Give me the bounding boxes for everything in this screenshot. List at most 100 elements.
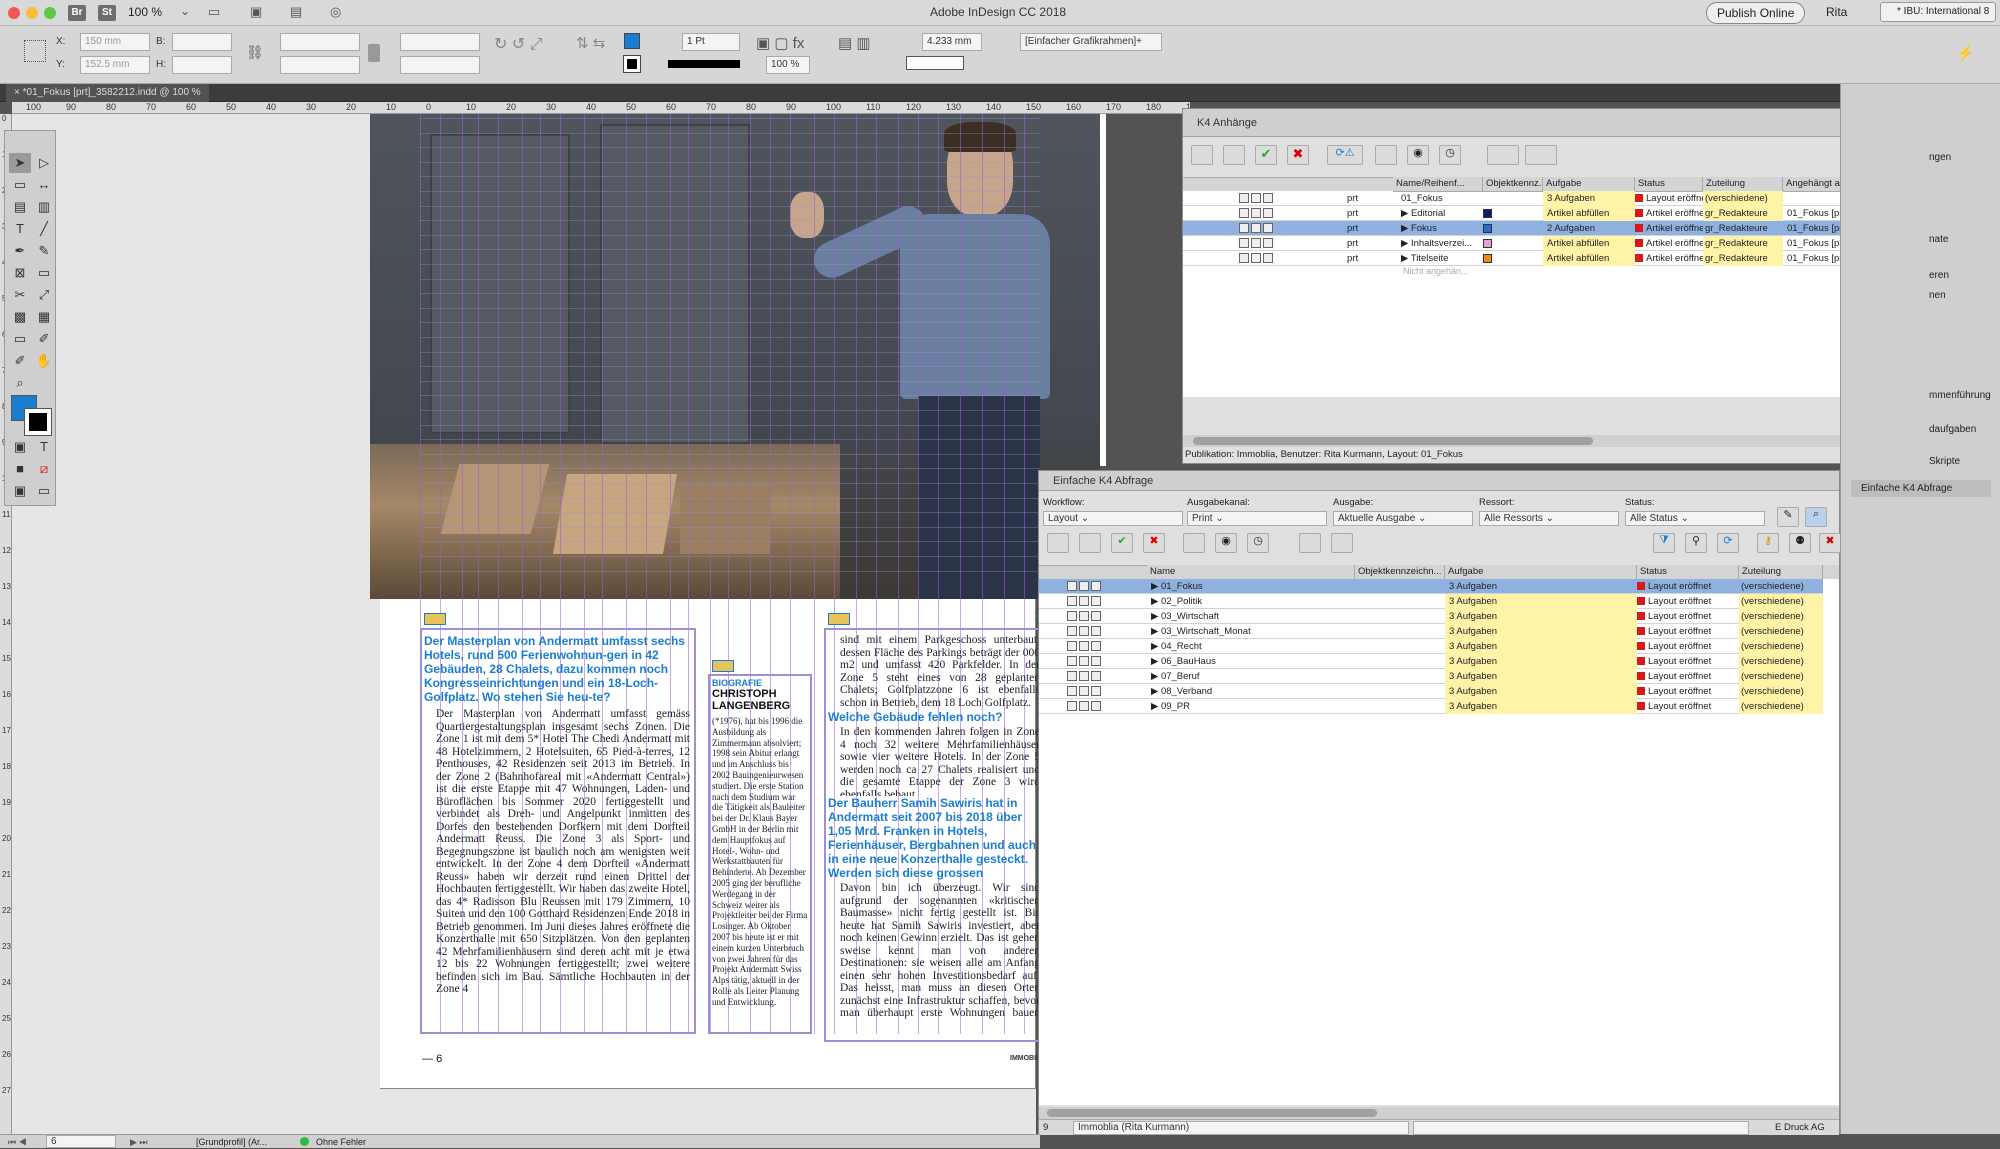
table-row[interactable]: ▶ 08_Verband 3 Aufgaben Layout eröffnet (ve… <box>1039 684 1823 699</box>
apply-color-icon[interactable]: ■ <box>9 459 31 479</box>
gradient-tool-icon[interactable]: ▩ <box>9 307 31 327</box>
next-page-icon[interactable]: ▶ ⏭ <box>130 1135 148 1149</box>
table-row[interactable]: ▶ 01_Fokus 3 Aufgaben Layout eröffnet (vers… <box>1039 579 1823 594</box>
sync-warning-icon[interactable]: ⟳⚠ <box>1327 145 1363 165</box>
selection-tool-icon[interactable]: ➤ <box>9 153 31 173</box>
corner-field[interactable]: 4.233 mm <box>922 33 982 51</box>
layout-icon[interactable] <box>1191 145 1213 165</box>
master-page-label[interactable]: [Grundprofil] (Ar... <box>196 1135 267 1149</box>
publish-online-button[interactable]: Publish Online <box>1706 2 1806 24</box>
table-row[interactable]: ▶ 07_Beruf 3 Aufgaben Layout eröffnet (vers… <box>1039 669 1823 684</box>
k4-article-icon[interactable] <box>712 660 734 672</box>
filter-select[interactable]: Alle Ressorts ⌄ <box>1479 511 1619 526</box>
dock-item[interactable]: nen <box>1929 290 1946 301</box>
column-header[interactable]: Zuteilung <box>1703 177 1783 192</box>
fit-icons[interactable]: ▣ ▢ fx <box>756 34 804 52</box>
filter-select[interactable]: Layout ⌄ <box>1043 511 1183 526</box>
column-header[interactable]: Status <box>1637 565 1739 580</box>
column-header[interactable]: Objektkennzeichn... <box>1355 565 1445 580</box>
constrain-proportions-icon[interactable]: ⛓ <box>246 44 264 61</box>
column-header[interactable]: Zuteilung <box>1739 565 1823 580</box>
filter-select[interactable]: Aktuelle Ausgabe ⌄ <box>1333 511 1473 526</box>
fill-swatch[interactable] <box>624 33 640 49</box>
minimize-window-button[interactable] <box>26 7 38 19</box>
table-row[interactable]: ▶ 03_Wirtschaft 3 Aufgaben Layout eröffnet… <box>1039 609 1823 624</box>
arrange-documents-icon[interactable]: ▤ <box>290 4 302 20</box>
document-tab[interactable]: × *01_Fokus [prt]_3582212.indd @ 100 % <box>6 84 209 102</box>
k4-article-icon[interactable] <box>424 613 446 625</box>
stroke-color-icon[interactable] <box>24 408 52 436</box>
quick-apply-icon[interactable]: ⚡ <box>1956 44 1975 62</box>
checkin-icon[interactable]: ✔ <box>1111 533 1133 553</box>
rectangle-frame-tool-icon[interactable]: ⊠ <box>9 263 31 283</box>
shear-field[interactable] <box>400 56 480 74</box>
width-field[interactable] <box>172 33 232 51</box>
delete-icon[interactable]: ✖ <box>1143 533 1165 553</box>
close-window-button[interactable] <box>8 7 20 19</box>
text-frame-2[interactable]: sind mit einem Parkgeschoss unterbaut, d… <box>824 628 1040 1042</box>
bridge-button[interactable]: Br <box>68 5 86 21</box>
table-row[interactable]: ▶ 09_PR 3 Aufgaben Layout eröffnet (verschi… <box>1039 699 1823 714</box>
formatting-text-icon[interactable]: T <box>33 437 55 457</box>
rectangle-tool-icon[interactable]: ▭ <box>33 263 55 283</box>
photo-frame[interactable] <box>370 114 1100 599</box>
view-options-icon[interactable]: ▭ <box>208 4 220 20</box>
scissors-tool-icon[interactable]: ✂ <box>9 285 31 305</box>
column-header[interactable]: Name <box>1147 565 1355 580</box>
clock-icon[interactable]: ◷ <box>1247 533 1269 553</box>
lock-scale-icon[interactable] <box>368 44 380 62</box>
note-tool-icon[interactable]: ▭ <box>9 329 31 349</box>
edit-icon[interactable] <box>1525 145 1557 165</box>
first-page-icon[interactable]: ⏮ ◀ <box>8 1135 27 1149</box>
gradient-feather-icon[interactable]: ▦ <box>33 307 55 327</box>
new-doc-icon[interactable] <box>1299 533 1321 553</box>
gpu-icon[interactable]: ◎ <box>330 4 341 20</box>
table-row[interactable]: prt ▶ Inhaltsverzei... Artikel abfüllen Art… <box>1183 236 1921 251</box>
stack-icon[interactable] <box>1223 145 1245 165</box>
stroke-type-select[interactable] <box>668 60 740 68</box>
column-header[interactable]: Objektkennz... <box>1483 177 1543 192</box>
stroke-swatch[interactable] <box>623 55 641 73</box>
checkin-icon[interactable]: ✔ <box>1255 145 1277 165</box>
chevron-down-icon[interactable]: ⌄ <box>180 4 190 18</box>
table-row[interactable]: prt ▶ Editorial Artikel abfüllen Artikel er… <box>1183 206 1921 221</box>
filter-icon[interactable]: ⧩ <box>1653 533 1675 553</box>
line-tool-icon[interactable]: ╱ <box>33 219 55 239</box>
person-icon[interactable]: ⚉ <box>1789 533 1811 553</box>
frame-preview[interactable] <box>906 56 964 70</box>
assign-icon[interactable] <box>1487 145 1519 165</box>
hand-tool-icon[interactable]: ✋ <box>33 351 55 371</box>
dock-item[interactable]: Skripte <box>1929 456 1960 467</box>
horizontal-scrollbar[interactable] <box>1039 1107 1839 1119</box>
stroke-weight-field[interactable]: 1 Pt <box>682 33 740 51</box>
filter-select[interactable]: Alle Status ⌄ <box>1625 511 1765 526</box>
x-field[interactable]: 150 mm <box>80 33 150 51</box>
dock-item[interactable]: nate <box>1929 234 1948 245</box>
free-transform-tool-icon[interactable]: ⤢ <box>33 285 55 305</box>
eyedropper-icon[interactable]: ✐ <box>9 351 31 371</box>
k4-article-icon[interactable] <box>828 613 850 625</box>
dock-item[interactable]: eren <box>1929 270 1949 281</box>
column-header[interactable]: Aufgabe <box>1543 177 1635 192</box>
flip-icon[interactable]: ⇅ ⇆ <box>576 34 605 52</box>
text-frame-1[interactable]: Der Masterplan von Andermatt umfasst sec… <box>420 628 696 1034</box>
preview-mode-icon[interactable]: ▭ <box>33 481 55 501</box>
pencil-tool-icon[interactable]: ✎ <box>33 241 55 261</box>
binoculars-icon[interactable]: ⚲ <box>1685 533 1707 553</box>
horizontal-ruler[interactable]: 100 90 80 70 60 50 40 30 20 10 0 10 20 30 40 50 60 70 80 90… <box>12 102 1190 114</box>
page-preview-icon[interactable] <box>1183 533 1205 553</box>
delete-icon[interactable]: ✖ <box>1287 145 1309 165</box>
bio-frame[interactable]: BIOGRAFIE CHRISTOPH LANGENBERG (*1976), … <box>708 674 812 1034</box>
search-icon[interactable]: ⌕ <box>1805 507 1827 527</box>
text-wrap-icon[interactable]: ▤ ▥ <box>838 34 871 52</box>
opacity-field[interactable]: 100 % <box>766 56 810 74</box>
column-header[interactable]: Status <box>1635 177 1703 192</box>
content-placer-icon[interactable]: ▥ <box>33 197 55 217</box>
rotate-icon[interactable]: ↻ ↺ ⤢ <box>494 34 543 54</box>
content-collector-icon[interactable]: ▤ <box>9 197 31 217</box>
horizontal-scrollbar[interactable] <box>1183 435 1921 447</box>
y-field[interactable]: 152.5 mm <box>80 56 150 74</box>
page-preview-icon[interactable] <box>1375 145 1397 165</box>
formatting-container-icon[interactable]: ▣ <box>9 437 31 457</box>
refresh-icon[interactable]: ⟳ <box>1717 533 1739 553</box>
